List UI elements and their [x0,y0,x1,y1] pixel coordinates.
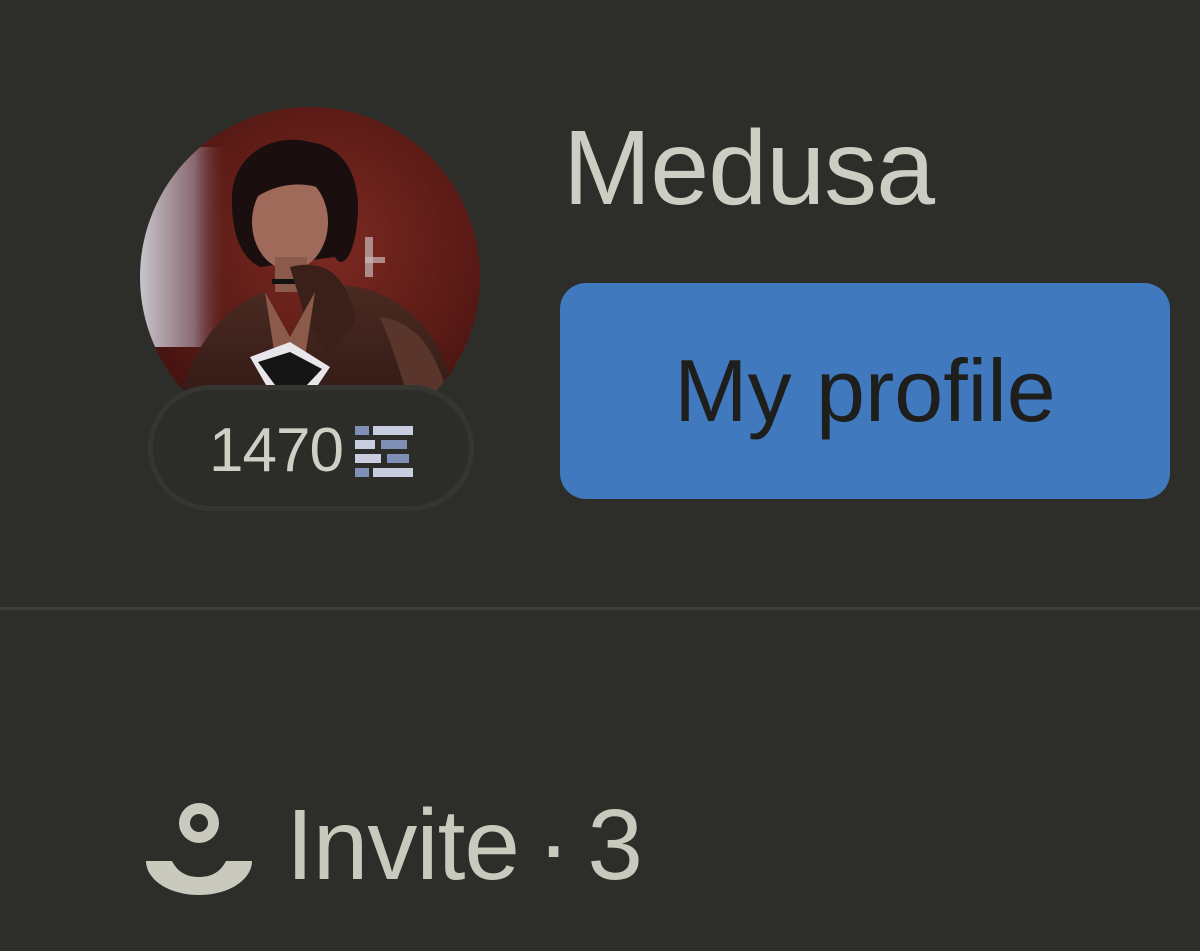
profile-header: 1470 Medusa My profile [0,0,1200,607]
section-divider [0,607,1200,610]
person-invite-icon [146,803,252,895]
invite-text: Invite · 3 [286,788,643,903]
stacked-bars-icon [354,426,413,477]
invite-row[interactable]: Invite · 3 [142,788,643,903]
my-profile-button[interactable]: My profile [560,283,1170,499]
score-value: 1470 [209,415,344,485]
user-name: Medusa [563,109,935,227]
score-badge[interactable]: 1470 [148,385,474,511]
invite-count: 3 [587,788,643,901]
invite-label: Invite [286,788,520,901]
invite-separator: · [537,788,570,901]
